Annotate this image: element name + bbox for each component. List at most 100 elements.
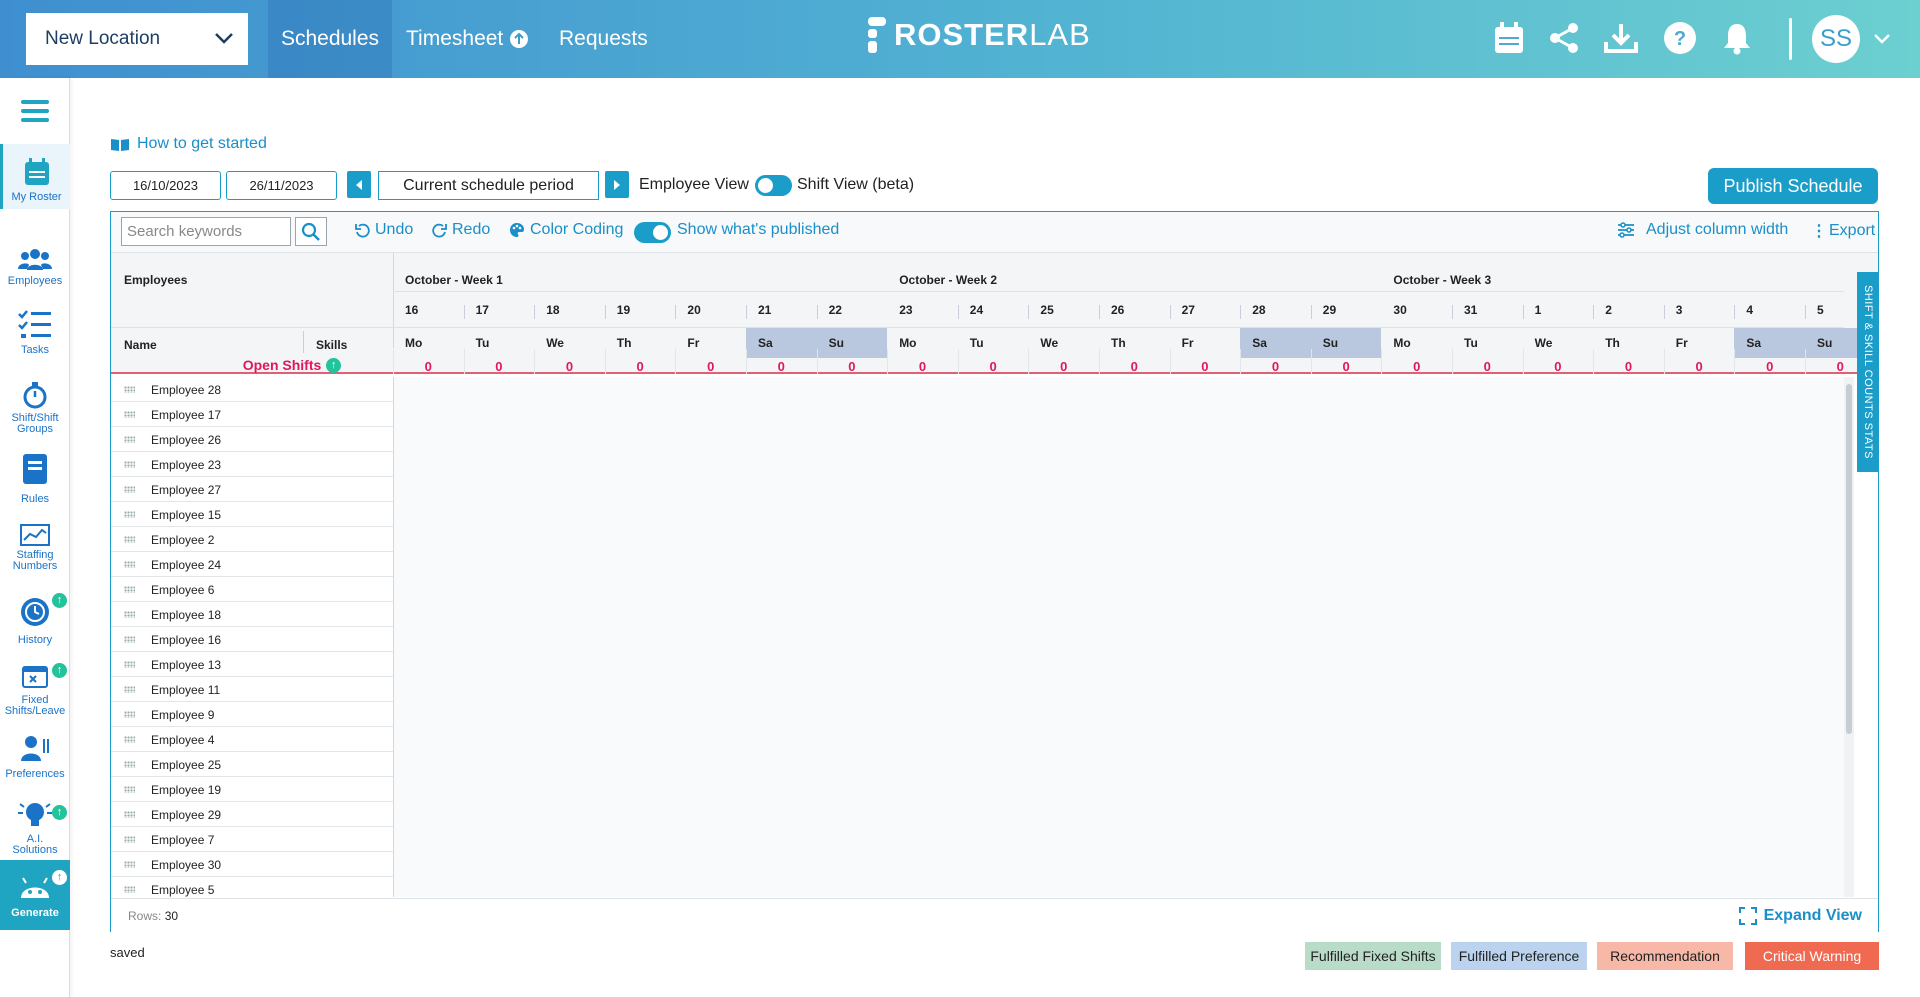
open-shift-count[interactable]: 0	[1311, 359, 1382, 374]
drag-handle-icon[interactable]	[124, 786, 135, 793]
schedule-cells[interactable]	[393, 502, 1844, 527]
drag-handle-icon[interactable]	[124, 411, 135, 418]
drag-handle-icon[interactable]	[124, 686, 135, 693]
export-button[interactable]: ⋮ Export	[1811, 221, 1875, 241]
drag-handle-icon[interactable]	[124, 711, 135, 718]
drag-handle-icon[interactable]	[124, 811, 135, 818]
schedule-cells[interactable]	[393, 877, 1844, 897]
table-row[interactable]: Employee 13	[111, 652, 1844, 677]
schedule-cells[interactable]	[393, 377, 1844, 402]
menu-toggle[interactable]	[0, 86, 70, 136]
table-row[interactable]: Employee 7	[111, 827, 1844, 852]
drag-handle-icon[interactable]	[124, 861, 135, 868]
drag-handle-icon[interactable]	[124, 461, 135, 468]
table-row[interactable]: Employee 6	[111, 577, 1844, 602]
schedule-cells[interactable]	[393, 777, 1844, 802]
tab-requests[interactable]: Requests	[559, 0, 648, 78]
table-row[interactable]: Employee 27	[111, 477, 1844, 502]
table-row[interactable]: Employee 29	[111, 802, 1844, 827]
drag-handle-icon[interactable]	[124, 636, 135, 643]
adjust-column-width-button[interactable]: Adjust column width	[1617, 221, 1788, 239]
drag-handle-icon[interactable]	[124, 436, 135, 443]
open-shift-count[interactable]: 0	[1452, 359, 1523, 374]
period-select[interactable]: Current schedule period	[378, 171, 599, 200]
table-row[interactable]: Employee 23	[111, 452, 1844, 477]
schedule-cells[interactable]	[393, 752, 1844, 777]
publish-schedule-button[interactable]: Publish Schedule	[1708, 168, 1878, 204]
table-row[interactable]: Employee 28	[111, 377, 1844, 402]
color-coding-button[interactable]: Color Coding	[509, 221, 623, 239]
table-row[interactable]: Employee 17	[111, 402, 1844, 427]
schedule-cells[interactable]	[393, 427, 1844, 452]
drag-handle-icon[interactable]	[124, 761, 135, 768]
schedule-cells[interactable]	[393, 677, 1844, 702]
open-shift-count[interactable]: 0	[675, 359, 746, 374]
open-shift-count[interactable]: 0	[887, 359, 958, 374]
table-row[interactable]: Employee 25	[111, 752, 1844, 777]
schedule-cells[interactable]	[393, 652, 1844, 677]
table-row[interactable]: Employee 18	[111, 602, 1844, 627]
open-shift-count[interactable]: 0	[464, 359, 535, 374]
table-row[interactable]: Employee 26	[111, 427, 1844, 452]
open-shift-count[interactable]: 0	[817, 359, 888, 374]
sidebar-item-ai-solutions[interactable]: A.I. Solutions ↑	[0, 800, 70, 856]
tab-schedules[interactable]: Schedules	[268, 0, 392, 78]
open-shift-count[interactable]: 0	[1099, 359, 1170, 374]
redo-button[interactable]: Redo	[432, 221, 490, 239]
drag-handle-icon[interactable]	[124, 386, 135, 393]
table-row[interactable]: Employee 5	[111, 877, 1844, 897]
search-button[interactable]	[295, 217, 327, 246]
sidebar-item-shift-groups[interactable]: Shift/Shift Groups	[0, 381, 70, 435]
search-input[interactable]: Search keywords	[121, 217, 291, 246]
sidebar-item-history[interactable]: History ↑	[0, 593, 70, 646]
schedule-cells[interactable]	[393, 627, 1844, 652]
download-icon[interactable]	[1602, 19, 1640, 57]
open-shift-count[interactable]: 0	[534, 359, 605, 374]
table-row[interactable]: Employee 4	[111, 727, 1844, 752]
expand-view-button[interactable]: Expand View	[1738, 907, 1862, 925]
sidebar-item-tasks[interactable]: Tasks	[0, 309, 70, 356]
open-shift-count[interactable]: 0	[1734, 359, 1805, 374]
schedule-cells[interactable]	[393, 602, 1844, 627]
tab-timesheet[interactable]: Timesheet	[406, 0, 529, 78]
stats-side-panel-tab[interactable]: SHIFT & SKILL COUNTS STATS	[1857, 272, 1879, 472]
next-period-button[interactable]	[605, 171, 629, 198]
location-select[interactable]: New Location	[26, 13, 248, 65]
table-row[interactable]: Employee 9	[111, 702, 1844, 727]
drag-handle-icon[interactable]	[124, 736, 135, 743]
schedule-cells[interactable]	[393, 552, 1844, 577]
schedule-cells[interactable]	[393, 577, 1844, 602]
drag-handle-icon[interactable]	[124, 586, 135, 593]
schedule-cells[interactable]	[393, 452, 1844, 477]
calendar-icon[interactable]	[1490, 19, 1528, 57]
open-shift-count[interactable]: 0	[958, 359, 1029, 374]
table-row[interactable]: Employee 2	[111, 527, 1844, 552]
prev-period-button[interactable]	[347, 171, 371, 198]
table-row[interactable]: Employee 30	[111, 852, 1844, 877]
bell-icon[interactable]	[1718, 19, 1756, 57]
drag-handle-icon[interactable]	[124, 611, 135, 618]
schedule-cells[interactable]	[393, 527, 1844, 552]
sidebar-item-fixed-shifts[interactable]: Fixed Shifts/Leave ↑	[0, 663, 70, 717]
sidebar-item-staffing-numbers[interactable]: Staffing Numbers	[0, 524, 70, 572]
schedule-cells[interactable]	[393, 702, 1844, 727]
table-row[interactable]: Employee 16	[111, 627, 1844, 652]
open-shift-count[interactable]: 0	[746, 359, 817, 374]
schedule-cells[interactable]	[393, 727, 1844, 752]
open-shift-count[interactable]: 0	[1381, 359, 1452, 374]
schedule-cells[interactable]	[393, 477, 1844, 502]
start-date-input[interactable]: 16/10/2023	[110, 171, 221, 200]
drag-handle-icon[interactable]	[124, 661, 135, 668]
table-row[interactable]: Employee 19	[111, 777, 1844, 802]
how-to-get-started-link[interactable]: How to get started	[110, 135, 267, 153]
open-shift-count[interactable]: 0	[1028, 359, 1099, 374]
table-row[interactable]: Employee 24	[111, 552, 1844, 577]
schedule-cells[interactable]	[393, 852, 1844, 877]
sidebar-item-preferences[interactable]: Preferences	[0, 733, 70, 780]
schedule-cells[interactable]	[393, 827, 1844, 852]
skills-column-header[interactable]: Skills	[316, 338, 347, 352]
help-icon[interactable]: ?	[1661, 19, 1699, 57]
open-shift-count[interactable]: 0	[1593, 359, 1664, 374]
chevron-down-icon[interactable]	[1872, 32, 1892, 46]
drag-handle-icon[interactable]	[124, 886, 135, 893]
